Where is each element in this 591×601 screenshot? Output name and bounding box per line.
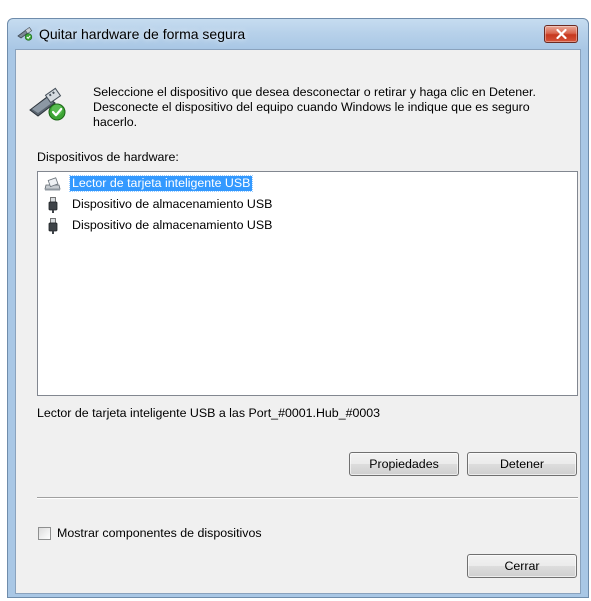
device-item-smart-card-reader[interactable]: Lector de tarjeta inteligente USB: [44, 175, 544, 193]
device-label: Dispositivo de almacenamiento USB: [72, 218, 273, 232]
device-label: Dispositivo de almacenamiento USB: [72, 197, 273, 211]
device-location-text: Lector de tarjeta inteligente USB a las …: [37, 406, 381, 420]
show-components-checkbox[interactable]: [38, 527, 51, 540]
device-list[interactable]: Lector de tarjeta inteligente USB Dispos…: [37, 171, 578, 396]
close-button[interactable]: Cerrar: [467, 554, 577, 578]
usb-plug-icon: [48, 218, 58, 234]
usb-plug-icon: [48, 197, 58, 213]
smart-card-reader-icon: [44, 177, 61, 191]
usb-device-check-icon: [29, 87, 66, 121]
devices-label: Dispositivos de hardware:: [37, 150, 179, 164]
dialog-client-area: Seleccione el dispositivo que desea desc…: [15, 49, 581, 594]
dialog-window: Quitar hardware de forma segura Seleccio…: [7, 18, 589, 598]
device-item-usb-storage[interactable]: Dispositivo de almacenamiento USB: [44, 217, 544, 235]
close-icon: [556, 29, 567, 39]
title-bar[interactable]: Quitar hardware de forma segura: [8, 19, 588, 49]
instruction-text: Seleccione el dispositivo que desea desc…: [93, 85, 536, 129]
window-title: Quitar hardware de forma segura: [39, 26, 246, 42]
device-label: Lector de tarjeta inteligente USB: [68, 175, 254, 192]
device-item-usb-storage[interactable]: Dispositivo de almacenamiento USB: [44, 196, 544, 214]
properties-button[interactable]: Propiedades: [349, 452, 459, 476]
safely-remove-hardware-icon: [17, 27, 33, 41]
show-components-label[interactable]: Mostrar componentes de dispositivos: [57, 526, 262, 540]
separator: [37, 497, 578, 499]
close-window-button[interactable]: [544, 25, 578, 43]
stop-button[interactable]: Detener: [467, 452, 577, 476]
